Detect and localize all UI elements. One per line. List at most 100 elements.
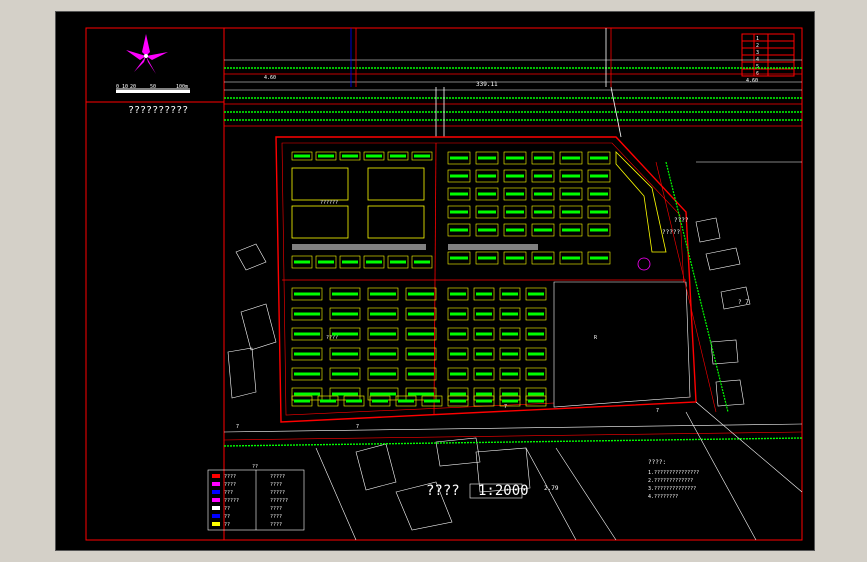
green-strip xyxy=(476,392,492,396)
green-strip xyxy=(294,372,320,376)
green-strip xyxy=(294,332,320,336)
scale-bar-label-0: 0 xyxy=(116,84,119,90)
green-strip xyxy=(370,292,396,296)
site-plan: R ?????? ???? xyxy=(275,136,697,423)
green-strip xyxy=(294,312,320,316)
scale-title: ???? xyxy=(426,483,460,499)
legend-left-label: ???? xyxy=(224,474,236,480)
north-arrow-block: 0 10 20 50 100m ?????????? xyxy=(86,28,225,540)
green-strip xyxy=(450,192,468,196)
grey-strip-1 xyxy=(292,244,426,250)
green-strip xyxy=(320,399,336,403)
green-strip xyxy=(502,312,518,316)
green-strip xyxy=(528,292,544,296)
green-strip xyxy=(294,392,320,396)
north-roads: 339.11 4.60 4.60 xyxy=(224,28,802,138)
green-strip xyxy=(528,332,544,336)
notes-line-3: 3.?????????????? xyxy=(648,486,696,492)
legend-swatch xyxy=(212,498,220,502)
cad-drawing-frame: 0 10 20 50 100m ?????????? 1 2 3 4 5 6 xyxy=(55,11,815,551)
road-label-6: 7 xyxy=(236,424,239,430)
green-strip xyxy=(370,372,396,376)
green-strip xyxy=(294,399,310,403)
green-strip xyxy=(414,260,430,264)
green-strip xyxy=(502,352,518,356)
green-strip xyxy=(332,372,358,376)
green-strip xyxy=(414,154,430,158)
green-strip xyxy=(372,399,388,403)
green-strip xyxy=(534,156,552,160)
design-notes: ????: 1.??????????????? 2.????????????? … xyxy=(648,459,699,500)
green-strip xyxy=(476,332,492,336)
green-strip xyxy=(332,312,358,316)
title-row-1: 1 xyxy=(756,36,759,42)
green-strip xyxy=(478,192,496,196)
road-label-7: 7 xyxy=(356,424,359,430)
scale-bar-fill xyxy=(116,90,190,93)
green-strip xyxy=(390,260,406,264)
green-strip xyxy=(562,156,580,160)
green-strip xyxy=(506,228,524,232)
legend-right-label: ????? xyxy=(270,490,285,496)
green-strip xyxy=(450,352,466,356)
legend-title: ?? xyxy=(252,464,258,470)
building-large-3 xyxy=(291,205,349,239)
green-strip xyxy=(408,352,434,356)
green-strip xyxy=(476,352,492,356)
scale-ratio: 1:2000 xyxy=(478,483,529,499)
legend-left-label: ?? xyxy=(224,522,230,528)
green-strip xyxy=(370,312,396,316)
legend-left-label: ????? xyxy=(224,498,239,504)
green-strip xyxy=(408,392,434,396)
green-strip xyxy=(318,154,334,158)
green-strip xyxy=(534,192,552,196)
green-strip xyxy=(450,312,466,316)
notes-line-1: 1.??????????????? xyxy=(648,470,699,476)
side-label-3: ? 7 xyxy=(738,299,749,306)
green-strip xyxy=(534,228,552,232)
road-label-5: 7 xyxy=(656,408,659,414)
green-strip xyxy=(562,192,580,196)
legend-right-label: ????? xyxy=(270,474,285,480)
green-strip xyxy=(506,210,524,214)
green-strip xyxy=(294,352,320,356)
building-large-1 xyxy=(291,167,349,201)
green-strip xyxy=(502,392,518,396)
green-strip xyxy=(506,256,524,260)
green-strip xyxy=(476,372,492,376)
green-strip xyxy=(390,154,406,158)
green-strip xyxy=(506,174,524,178)
green-strip xyxy=(528,372,544,376)
green-strip xyxy=(506,192,524,196)
green-strip xyxy=(450,174,468,178)
green-strip xyxy=(370,392,396,396)
green-strip xyxy=(318,260,334,264)
green-strip xyxy=(502,372,518,376)
legend-left-label: ???? xyxy=(224,482,236,488)
notes-line-2: 2.????????????? xyxy=(648,478,693,484)
green-strip xyxy=(408,312,434,316)
green-strip xyxy=(502,292,518,296)
north-arrow-title: ?????????? xyxy=(128,105,188,116)
legend-swatch xyxy=(212,506,220,510)
road-label-1: 339.11 xyxy=(476,81,498,88)
road-label-8: 2.79 xyxy=(544,485,559,492)
green-strip xyxy=(332,392,358,396)
green-strip xyxy=(476,312,492,316)
green-strip xyxy=(450,392,466,396)
green-strip xyxy=(450,210,468,214)
green-strip xyxy=(342,260,358,264)
green-strip xyxy=(478,174,496,178)
legend-swatch xyxy=(212,474,220,478)
green-strip xyxy=(534,174,552,178)
green-strip xyxy=(478,156,496,160)
green-strip xyxy=(590,192,608,196)
green-strip xyxy=(534,256,552,260)
green-strip xyxy=(476,292,492,296)
green-strip xyxy=(294,260,310,264)
green-strip xyxy=(450,292,466,296)
title-row-2: 2 xyxy=(756,43,759,49)
green-strip xyxy=(370,352,396,356)
title-block: 1 2 3 4 5 6 xyxy=(741,33,795,77)
green-strip xyxy=(332,332,358,336)
